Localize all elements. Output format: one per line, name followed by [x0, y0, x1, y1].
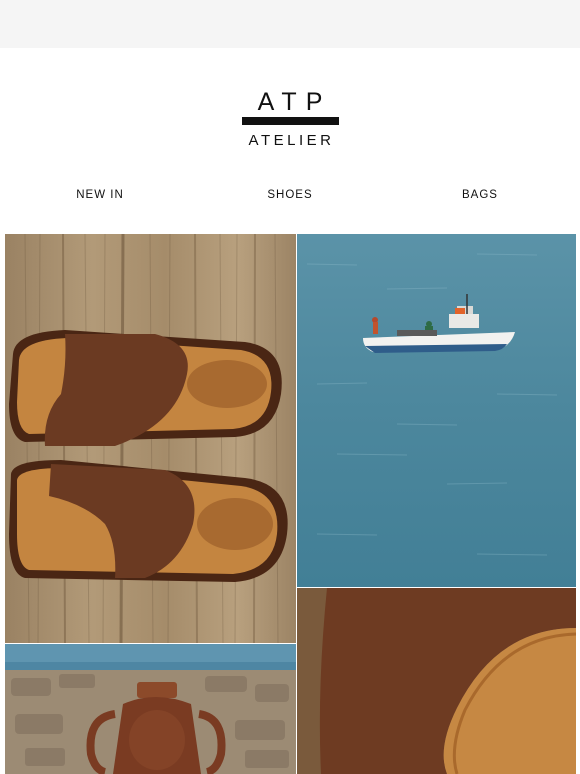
nav-link-new-in[interactable]: NEW IN — [76, 189, 124, 201]
brand-logo[interactable]: ATP ATELIER — [0, 88, 580, 150]
suede-closeup-image[interactable] — [297, 588, 576, 774]
logo-wordmark-top: ATP — [257, 88, 332, 116]
nav-link-shoes[interactable]: SHOES — [267, 189, 312, 201]
logo-bar — [241, 117, 339, 125]
email-card: ATP ATELIER NEW IN SHOES BAGS — [0, 48, 580, 774]
sea-boat-image[interactable] — [297, 234, 576, 587]
nav-link-bags[interactable]: BAGS — [462, 189, 498, 201]
main-nav: NEW IN SHOES BAGS — [0, 189, 580, 205]
sandals-image[interactable] — [5, 234, 296, 643]
coast-jug-image[interactable] — [5, 644, 296, 774]
logo-wordmark-bottom: ATELIER — [248, 132, 335, 149]
